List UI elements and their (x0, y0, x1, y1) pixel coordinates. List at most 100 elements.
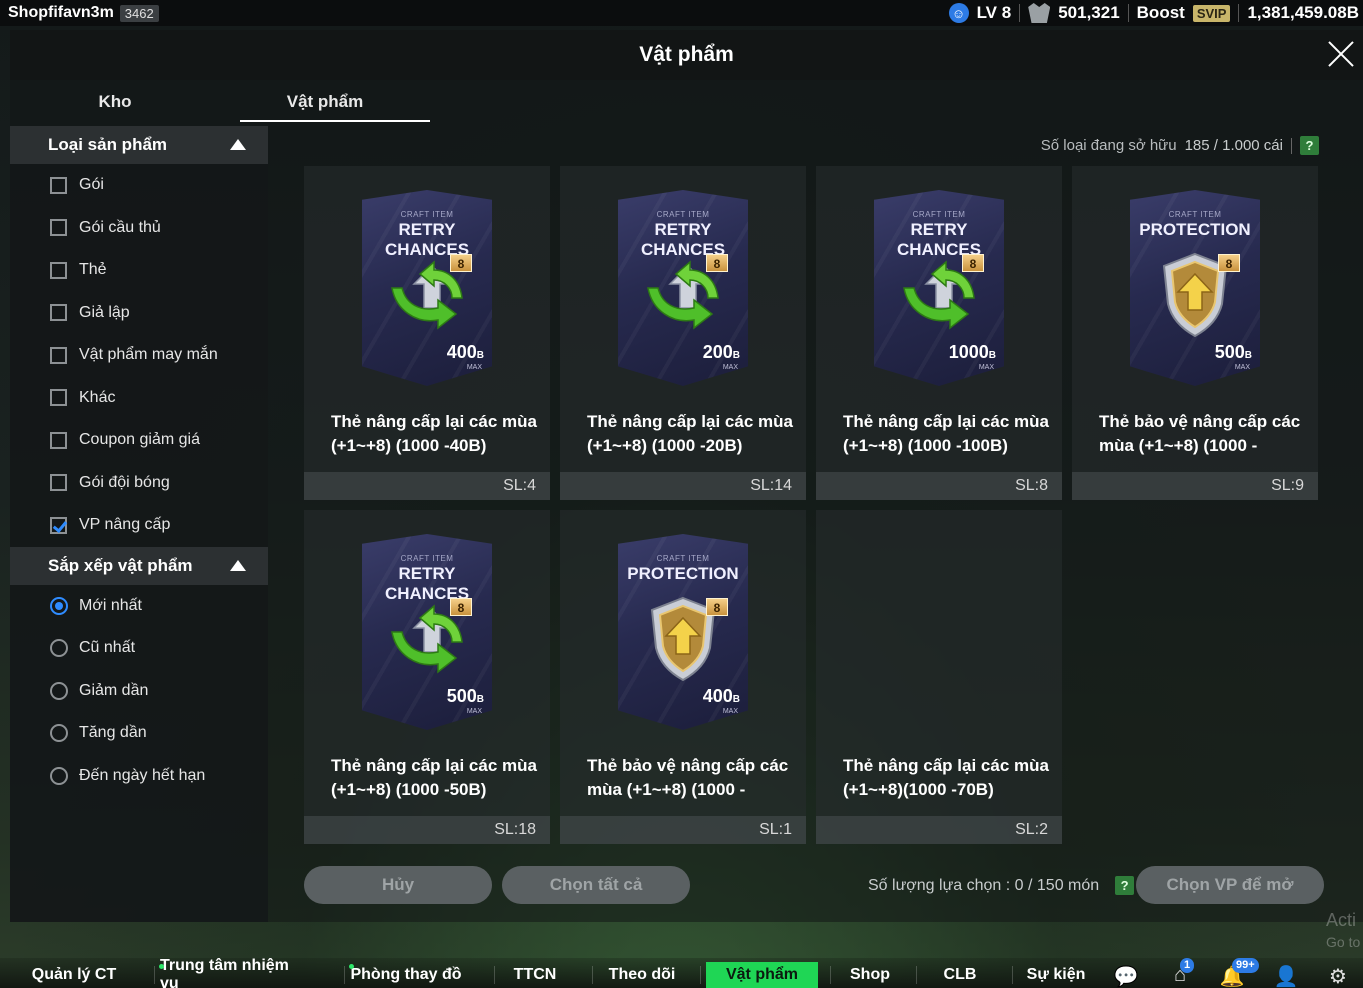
sort-section-header[interactable]: Sắp xếp vật phẩm (10, 546, 268, 585)
category-section-header[interactable]: Loại sản phẩm (10, 126, 268, 164)
checkbox-icon[interactable] (50, 389, 67, 407)
nav-item[interactable]: CLB (922, 962, 998, 988)
category-option[interactable]: Coupon giảm giá (10, 419, 268, 462)
nav-item[interactable]: TTCN (500, 962, 570, 988)
sort-option[interactable]: Mới nhất (10, 585, 268, 628)
sort-option[interactable]: Giảm dần (10, 670, 268, 713)
nav-item[interactable]: Vật phẩm (706, 962, 818, 988)
username: Shopfifavn3m (8, 4, 114, 21)
checkbox-icon[interactable] (50, 261, 67, 279)
card-max-label: MAX (722, 708, 738, 715)
tab-kho[interactable]: Kho (10, 80, 220, 124)
boost-label: Boost (1136, 3, 1185, 22)
item-quantity: SL:18 (494, 821, 536, 838)
card-amount: 500B (447, 686, 484, 707)
item-quantity-bar: SL:18 (304, 816, 550, 844)
category-option-label: Thẻ (79, 261, 107, 279)
selection-count-text: Số lượng lựa chọn : 0 / 150 món (868, 876, 1100, 894)
card-amount-value: 200 (702, 342, 733, 362)
checkbox-icon[interactable] (50, 431, 67, 449)
level-badge: 8 (450, 598, 472, 616)
card-max-label: MAX (466, 708, 482, 715)
nav-item[interactable]: Theo dõi (598, 962, 686, 988)
category-option[interactable]: Vật phẩm may mắn (10, 334, 268, 377)
item-name: Thẻ nâng cấp lại các mùa (+1~+8) (1000 -… (331, 756, 537, 799)
radio-icon[interactable] (50, 724, 68, 743)
category-option[interactable]: VP nâng cấp (10, 504, 268, 547)
category-option[interactable]: Gói cầu thủ (10, 207, 268, 250)
profile-icon[interactable]: 👤 (1272, 964, 1300, 988)
category-option[interactable]: Gói đội bóng (10, 462, 268, 505)
item-quantity: SL:2 (1015, 821, 1048, 838)
card-amount-unit: B (732, 350, 740, 361)
category-option[interactable]: Giả lập (10, 292, 268, 335)
card-amount: 1000B (949, 342, 996, 363)
card-amount-value: 400 (702, 686, 733, 706)
checkbox-icon[interactable] (50, 346, 67, 364)
item-cell[interactable]: CRAFT ITEM PROTECTION 8 400B MAX Thẻ bảo vệ n… (560, 510, 806, 844)
nav-item-label: Quản lý CT (31, 966, 117, 983)
radio-icon[interactable] (50, 639, 68, 658)
card-subtitle: CRAFT ITEM (1168, 210, 1222, 219)
card-amount-value: 400 (446, 342, 477, 362)
nav-item[interactable]: Shop (836, 962, 904, 988)
item-cell[interactable]: CRAFT ITEM RETRY CHANCES 8 500B MAX Thẻ nâng … (304, 510, 550, 844)
sort-option-label: Mới nhất (79, 596, 142, 614)
card-amount-value: 500 (446, 686, 477, 706)
close-button[interactable] (1327, 40, 1355, 68)
divider (700, 966, 701, 984)
item-quantity: SL:9 (1271, 477, 1304, 494)
item-cell[interactable]: CRAFT ITEM RETRY CHANCES 8 200B MAX Thẻ nâng … (560, 166, 806, 500)
checkbox-checked-icon[interactable] (50, 516, 67, 534)
chat-icon[interactable]: 💬 (1112, 964, 1140, 988)
sort-option[interactable]: Tăng dần (10, 712, 268, 755)
help-icon[interactable]: ? (1115, 876, 1135, 895)
category-option[interactable]: Khác (10, 377, 268, 420)
card-amount-value: 500 (1214, 342, 1245, 362)
tab-vat-pham[interactable]: Vật phẩm (220, 80, 430, 124)
help-icon[interactable]: ? (1300, 136, 1319, 155)
collapse-arrow-icon[interactable] (230, 559, 246, 571)
level-badge: 8 (706, 254, 728, 272)
radio-icon[interactable] (50, 766, 68, 785)
cancel-button[interactable]: Hủy (304, 866, 492, 904)
select-all-button[interactable]: Chọn tất cả (502, 866, 690, 904)
nav-item[interactable]: Quản lý CT (30, 962, 118, 988)
filter-sidebar: Loại sản phẩm Gói Gói cầu thủ Thẻ Giả lập Vậ… (10, 126, 268, 922)
item-cell[interactable]: CRAFT ITEM PROTECTION 8 500B MAX Thẻ bảo vệ n… (1072, 166, 1318, 500)
activation-watermark-sub: Go to (1326, 934, 1361, 950)
category-option[interactable]: Gói (10, 164, 268, 207)
tab-bar: Kho Vật phẩm (10, 80, 430, 124)
sort-option[interactable]: Cũ nhất (10, 627, 268, 670)
card-amount-unit: B (732, 694, 740, 705)
category-option[interactable]: Thẻ (10, 249, 268, 292)
checkbox-icon[interactable] (50, 474, 67, 492)
open-items-button[interactable]: Chọn VP để mở (1136, 866, 1324, 904)
card-title: RETRY CHANCES (384, 564, 470, 603)
item-card-image: CRAFT ITEM RETRY CHANCES 8 500B MAX (362, 534, 492, 730)
nav-item[interactable]: Sự kiện (1018, 962, 1094, 988)
collapse-arrow-icon[interactable] (230, 139, 246, 150)
sort-option[interactable]: Đến ngày hết hạn (10, 755, 268, 798)
nav-item-label: Sự kiện (1026, 966, 1086, 983)
nav-item[interactable]: Phòng thay đồ (350, 962, 462, 988)
divider (344, 966, 345, 984)
item-cell[interactable]: CRAFT ITEM RETRY CHANCES 8 400B MAX Thẻ nâng … (304, 166, 550, 500)
checkbox-icon[interactable] (50, 219, 67, 237)
checkbox-icon[interactable] (50, 176, 67, 194)
item-name: Thẻ bảo vệ nâng cấp các mùa (+1~+8) (100… (587, 756, 789, 799)
card-title: RETRY CHANCES (384, 220, 470, 259)
radio-selected-icon[interactable] (50, 596, 68, 615)
item-cell[interactable]: CRAFT ITEM RETRY CHANCES 8 1000B MAX Thẻ nâng… (816, 166, 1062, 500)
nav-item[interactable]: Trung tâm nhiệm vụ (160, 957, 308, 988)
divider (592, 966, 593, 984)
settings-icon[interactable]: ⚙ (1324, 964, 1352, 988)
item-name: Thẻ nâng cấp lại các mùa (+1~+8) (1000 -… (587, 412, 793, 455)
nav-item-label: CLB (943, 966, 977, 983)
item-cell[interactable]: Thẻ nâng cấp lại các mùa (+1~+8)(1000 -7… (816, 510, 1062, 844)
card-max-label: MAX (978, 364, 994, 371)
nav-item-label: TTCN (513, 966, 557, 983)
radio-icon[interactable] (50, 681, 68, 700)
item-card-image: CRAFT ITEM RETRY CHANCES 8 400B MAX (362, 190, 492, 386)
checkbox-icon[interactable] (50, 304, 67, 322)
